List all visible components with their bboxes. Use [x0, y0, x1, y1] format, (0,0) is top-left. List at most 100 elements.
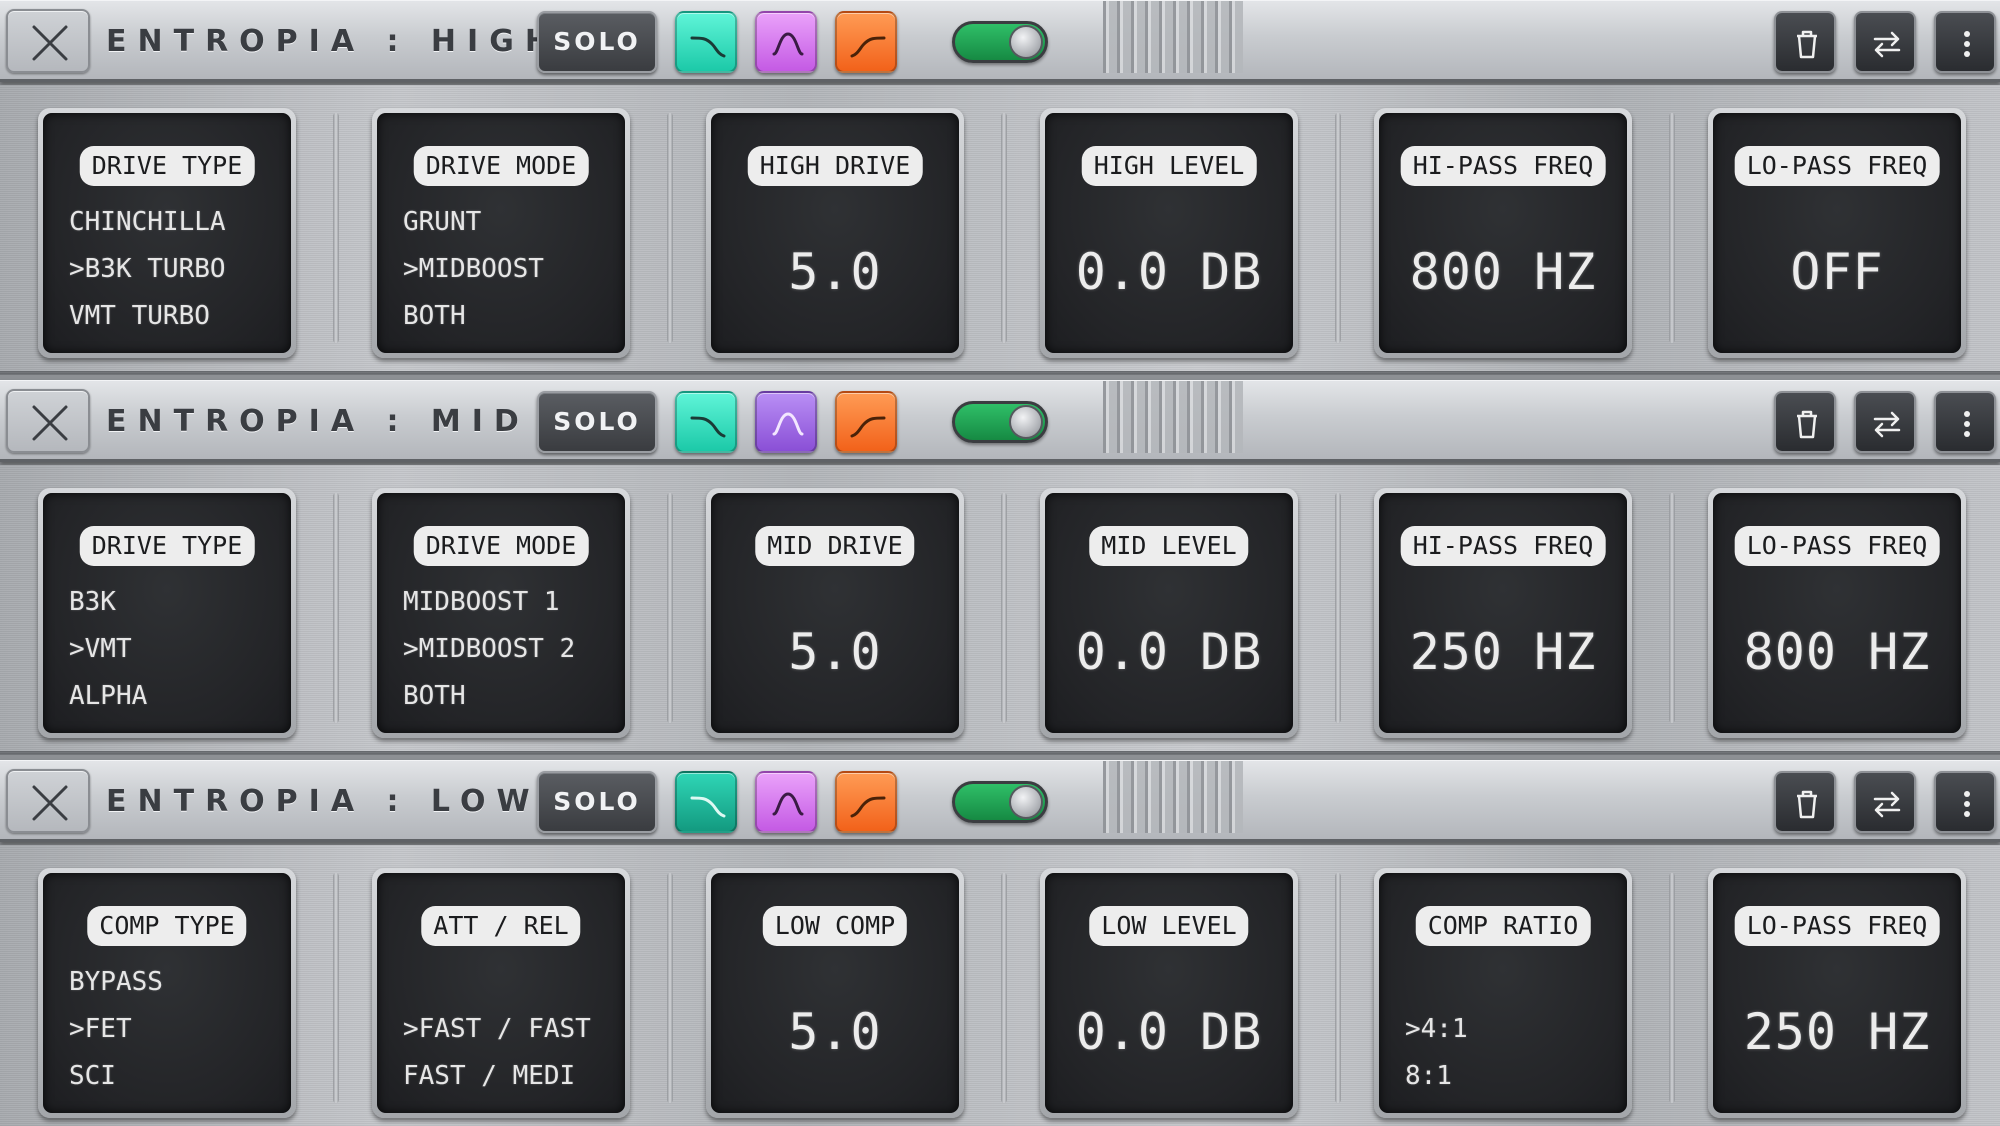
option-item[interactable]: BYPASS — [69, 967, 163, 997]
panel-label: DRIVE TYPE — [79, 146, 255, 186]
option-item-selected[interactable]: >FAST / FAST — [403, 1014, 591, 1044]
panel-hi-pass-freq[interactable]: HI-PASS FREQ 250 HZ — [1374, 488, 1632, 738]
bandpass-filter-button[interactable] — [755, 11, 817, 73]
highpass-filter-icon — [690, 416, 726, 438]
panel-low-comp[interactable]: LOW COMP 5.0 — [706, 868, 964, 1118]
close-icon — [32, 405, 68, 441]
panel-hi-pass-freq[interactable]: HI-PASS FREQ 800 HZ — [1374, 108, 1632, 358]
swap-button[interactable] — [1854, 391, 1916, 453]
lcd-screen: COMP RATIO >4:1 8:1 — [1379, 873, 1627, 1113]
panel-value: 250 HZ — [1409, 623, 1597, 681]
close-button[interactable] — [6, 769, 90, 833]
lowpass-filter-button[interactable] — [835, 771, 897, 833]
highpass-filter-button[interactable] — [675, 771, 737, 833]
divider — [1335, 873, 1341, 1103]
delete-button[interactable] — [1774, 771, 1836, 833]
module-header: ENTROPIA : HIGH SOLO — [0, 0, 2000, 82]
kebab-menu-icon — [1964, 791, 1970, 817]
panel-label: COMP TYPE — [87, 906, 247, 946]
panel-low-level[interactable]: LOW LEVEL 0.0 DB — [1040, 868, 1298, 1118]
lcd-screen: HI-PASS FREQ 250 HZ — [1379, 493, 1627, 733]
panel-value: OFF — [1790, 243, 1884, 301]
solo-button[interactable]: SOLO — [537, 771, 657, 833]
panel-drive-mode[interactable]: DRIVE MODE MIDBOOST 1 >MIDBOOST 2 BOTH — [372, 488, 630, 738]
option-item-selected[interactable]: >MIDBOOST — [403, 254, 544, 284]
option-item-selected[interactable]: >B3K TURBO — [69, 254, 226, 284]
module-body: COMP TYPE BYPASS >FET SCI ATT / REL >FAS… — [0, 845, 2000, 1126]
solo-button[interactable]: SOLO — [537, 391, 657, 453]
option-item[interactable]: CHINCHILLA — [69, 207, 226, 237]
option-item[interactable]: BOTH — [403, 301, 466, 331]
lcd-screen: DRIVE TYPE B3K >VMT ALPHA — [43, 493, 291, 733]
panel-value: 5.0 — [788, 243, 882, 301]
divider — [667, 493, 673, 723]
option-item[interactable]: FAST / MEDI — [403, 1061, 575, 1091]
close-button[interactable] — [6, 389, 90, 453]
panel-comp-type[interactable]: COMP TYPE BYPASS >FET SCI — [38, 868, 296, 1118]
vent-grille — [1103, 381, 1243, 453]
panel-mid-drive[interactable]: MID DRIVE 5.0 — [706, 488, 964, 738]
lowpass-filter-icon — [850, 36, 886, 58]
panel-comp-ratio[interactable]: COMP RATIO >4:1 8:1 — [1374, 868, 1632, 1118]
highpass-filter-button[interactable] — [675, 11, 737, 73]
highpass-filter-button[interactable] — [675, 391, 737, 453]
divider — [1669, 113, 1675, 343]
option-item[interactable]: VMT TURBO — [69, 301, 210, 331]
highpass-filter-icon — [690, 796, 726, 818]
more-menu-button[interactable] — [1934, 11, 1996, 73]
trash-icon — [1797, 410, 1817, 439]
close-button[interactable] — [6, 9, 90, 73]
panel-drive-type[interactable]: DRIVE TYPE B3K >VMT ALPHA — [38, 488, 296, 738]
bandpass-filter-button[interactable] — [755, 771, 817, 833]
panel-att-rel[interactable]: ATT / REL >FAST / FAST FAST / MEDI — [372, 868, 630, 1118]
lowpass-filter-icon — [850, 796, 886, 818]
module-toggle[interactable] — [952, 401, 1048, 443]
swap-icon — [1873, 411, 1901, 438]
panel-lo-pass-freq[interactable]: LO-PASS FREQ OFF — [1708, 108, 1966, 358]
panel-lo-pass-freq[interactable]: LO-PASS FREQ 800 HZ — [1708, 488, 1966, 738]
panel-drive-type[interactable]: DRIVE TYPE CHINCHILLA >B3K TURBO VMT TUR… — [38, 108, 296, 358]
option-item[interactable]: GRUNT — [403, 207, 481, 237]
panel-label: MID DRIVE — [755, 526, 915, 566]
panel-label: DRIVE MODE — [413, 526, 589, 566]
option-item-selected[interactable]: >MIDBOOST 2 — [403, 634, 575, 664]
panel-high-level[interactable]: HIGH LEVEL 0.0 DB — [1040, 108, 1298, 358]
divider — [1669, 873, 1675, 1103]
option-item-selected[interactable]: >4:1 — [1405, 1014, 1468, 1044]
solo-button[interactable]: SOLO — [537, 11, 657, 73]
module-body: DRIVE TYPE B3K >VMT ALPHA DRIVE MODE MID… — [0, 465, 2000, 755]
panel-mid-level[interactable]: MID LEVEL 0.0 DB — [1040, 488, 1298, 738]
option-item-selected[interactable]: >FET — [69, 1014, 132, 1044]
option-item-selected[interactable]: >VMT — [69, 634, 132, 664]
option-item[interactable]: BOTH — [403, 681, 466, 711]
lcd-screen: COMP TYPE BYPASS >FET SCI — [43, 873, 291, 1113]
option-item[interactable]: MIDBOOST 1 — [403, 587, 560, 617]
panel-label: HIGH LEVEL — [1081, 146, 1257, 186]
option-item[interactable]: B3K — [69, 587, 116, 617]
module-title: ENTROPIA : LOW — [106, 784, 541, 819]
option-item[interactable]: 8:1 — [1405, 1061, 1452, 1091]
lcd-screen: ATT / REL >FAST / FAST FAST / MEDI — [377, 873, 625, 1113]
panel-label: ATT / REL — [421, 906, 581, 946]
toggle-knob — [1009, 405, 1043, 439]
lcd-screen: HIGH LEVEL 0.0 DB — [1045, 113, 1293, 353]
bandpass-filter-button[interactable] — [755, 391, 817, 453]
lowpass-filter-button[interactable] — [835, 11, 897, 73]
close-icon — [32, 785, 68, 821]
swap-button[interactable] — [1854, 771, 1916, 833]
lowpass-filter-button[interactable] — [835, 391, 897, 453]
module-toggle[interactable] — [952, 781, 1048, 823]
swap-button[interactable] — [1854, 11, 1916, 73]
option-item[interactable]: SCI — [69, 1061, 116, 1091]
panel-high-drive[interactable]: HIGH DRIVE 5.0 — [706, 108, 964, 358]
panel-label: LOW LEVEL — [1089, 906, 1249, 946]
delete-button[interactable] — [1774, 391, 1836, 453]
more-menu-button[interactable] — [1934, 391, 1996, 453]
delete-button[interactable] — [1774, 11, 1836, 73]
more-menu-button[interactable] — [1934, 771, 1996, 833]
panel-drive-mode[interactable]: DRIVE MODE GRUNT >MIDBOOST BOTH — [372, 108, 630, 358]
module-toggle[interactable] — [952, 21, 1048, 63]
option-item[interactable]: ALPHA — [69, 681, 147, 711]
vent-grille — [1103, 1, 1243, 73]
panel-lo-pass-freq[interactable]: LO-PASS FREQ 250 HZ — [1708, 868, 1966, 1118]
